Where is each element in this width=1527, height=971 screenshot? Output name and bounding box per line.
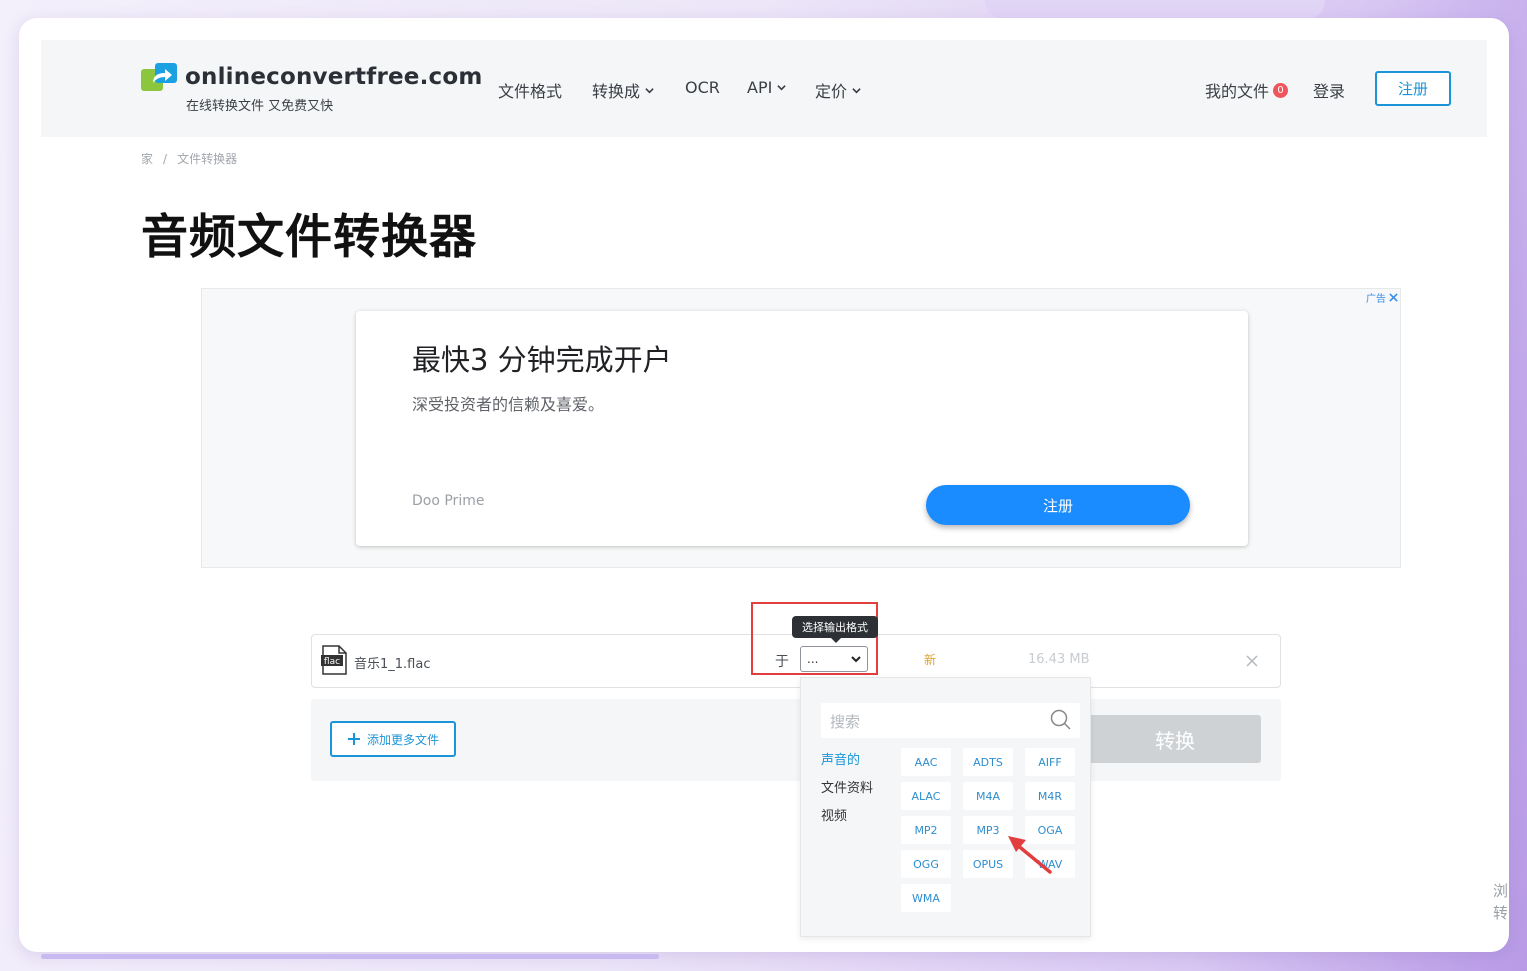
file-name: 音乐1_1.flac (354, 657, 431, 672)
breadcrumb-separator: / (163, 152, 168, 166)
flac-file-type: flac (324, 657, 340, 667)
logo-tagline: 在线转换文件 又免费又快 (186, 99, 334, 114)
ad-label[interactable]: 广告 (1366, 290, 1398, 305)
logo-name[interactable]: onlineconvertfree.com (185, 64, 483, 90)
my-files-label: 我的文件 (1205, 82, 1270, 101)
chevron-down-icon (645, 87, 654, 93)
tooltip: 选择输出格式 (792, 616, 878, 638)
add-more-files-button[interactable]: 添加更多文件 (330, 721, 456, 757)
ad-card[interactable]: 最快3 分钟完成开户 深受投资者的信赖及喜爱。 Doo Prime 注册 (356, 311, 1248, 546)
close-icon[interactable] (1389, 293, 1398, 302)
ad-subtext: 深受投资者的信赖及喜爱。 (412, 395, 605, 414)
nav-file-formats-label: 文件格式 (498, 82, 563, 101)
format-option-aac[interactable]: AAC (901, 748, 951, 776)
file-size: 16.43 MB (1028, 652, 1090, 667)
format-search-input[interactable]: 搜索 (821, 703, 1080, 738)
nav-ocr-label: OCR (685, 78, 720, 97)
format-option-wma[interactable]: WMA (901, 884, 951, 912)
nav-pricing-label: 定价 (815, 82, 848, 101)
browser-window: onlineconvertfree.com 在线转换文件 又免费又快 文件格式 … (19, 18, 1509, 952)
close-icon[interactable] (1245, 654, 1259, 668)
chevron-down-icon (852, 87, 861, 93)
logo-icon[interactable] (141, 63, 179, 93)
login-link[interactable]: 登录 (1313, 78, 1345, 102)
format-option-aiff[interactable]: AIFF (1025, 748, 1075, 776)
annotation-arrow-icon (1008, 836, 1052, 874)
nav-ocr[interactable]: OCR (685, 78, 720, 97)
format-category-audio[interactable]: 声音的 (821, 749, 860, 768)
nav-convert-to[interactable]: 转换成 (592, 78, 654, 102)
annotation-highlight-box (751, 602, 878, 675)
tooltip-arrow (831, 638, 841, 643)
nav-api[interactable]: API (747, 78, 786, 97)
signup-button[interactable]: 注册 (1375, 71, 1451, 106)
ad-label-text: 广告 (1366, 294, 1386, 305)
format-category-video[interactable]: 视频 (821, 805, 847, 824)
my-files-link[interactable]: 我的文件 0 (1205, 78, 1289, 102)
convert-button[interactable]: 转换 (1089, 715, 1261, 763)
format-option-ogg[interactable]: OGG (901, 850, 951, 878)
format-option-m4r[interactable]: M4R (1025, 782, 1075, 810)
nav-pricing[interactable]: 定价 (815, 78, 861, 102)
ad-cta-button[interactable]: 注册 (926, 485, 1190, 525)
breadcrumb-home[interactable]: 家 (141, 152, 153, 166)
breadcrumb-current: 文件转换器 (177, 152, 238, 166)
plus-icon (347, 733, 360, 745)
format-option-m4a[interactable]: M4A (963, 782, 1013, 810)
window-scrollbar[interactable] (41, 954, 659, 959)
format-option-mp2[interactable]: MP2 (901, 816, 951, 844)
search-icon[interactable] (1050, 709, 1072, 731)
format-option-adts[interactable]: ADTS (963, 748, 1013, 776)
chevron-down-icon (777, 85, 786, 91)
format-search-placeholder: 搜索 (830, 713, 861, 731)
nav-file-formats[interactable]: 文件格式 (498, 78, 562, 102)
page-title: 音频文件转换器 (141, 210, 477, 265)
file-status: 新 (924, 653, 937, 667)
format-option-alac[interactable]: ALAC (901, 782, 951, 810)
action-bar: 添加更多文件 转换 (311, 699, 1281, 781)
format-category-document[interactable]: 文件资料 (821, 777, 873, 796)
nav-convert-to-label: 转换成 (592, 82, 641, 101)
site-header: onlineconvertfree.com 在线转换文件 又免费又快 文件格式 … (41, 40, 1487, 137)
flac-file-icon: flac (321, 645, 347, 675)
side-floating-text[interactable]: 浏转 (1493, 880, 1507, 924)
my-files-count-badge: 0 (1273, 82, 1289, 98)
background-shape (985, 0, 1325, 20)
ad-container: 广告 最快3 分钟完成开户 深受投资者的信赖及喜爱。 Doo Prime 注册 (201, 288, 1401, 568)
nav-api-label: API (747, 78, 773, 97)
ad-headline: 最快3 分钟完成开户 (412, 343, 672, 377)
format-dropdown: 搜索 声音的 文件资料 视频 AAC ADTS AIFF ALAC M4A M4… (800, 677, 1091, 937)
breadcrumb: 家 / 文件转换器 (141, 150, 237, 167)
add-more-files-label: 添加更多文件 (366, 732, 439, 747)
ad-brand: Doo Prime (412, 493, 485, 509)
